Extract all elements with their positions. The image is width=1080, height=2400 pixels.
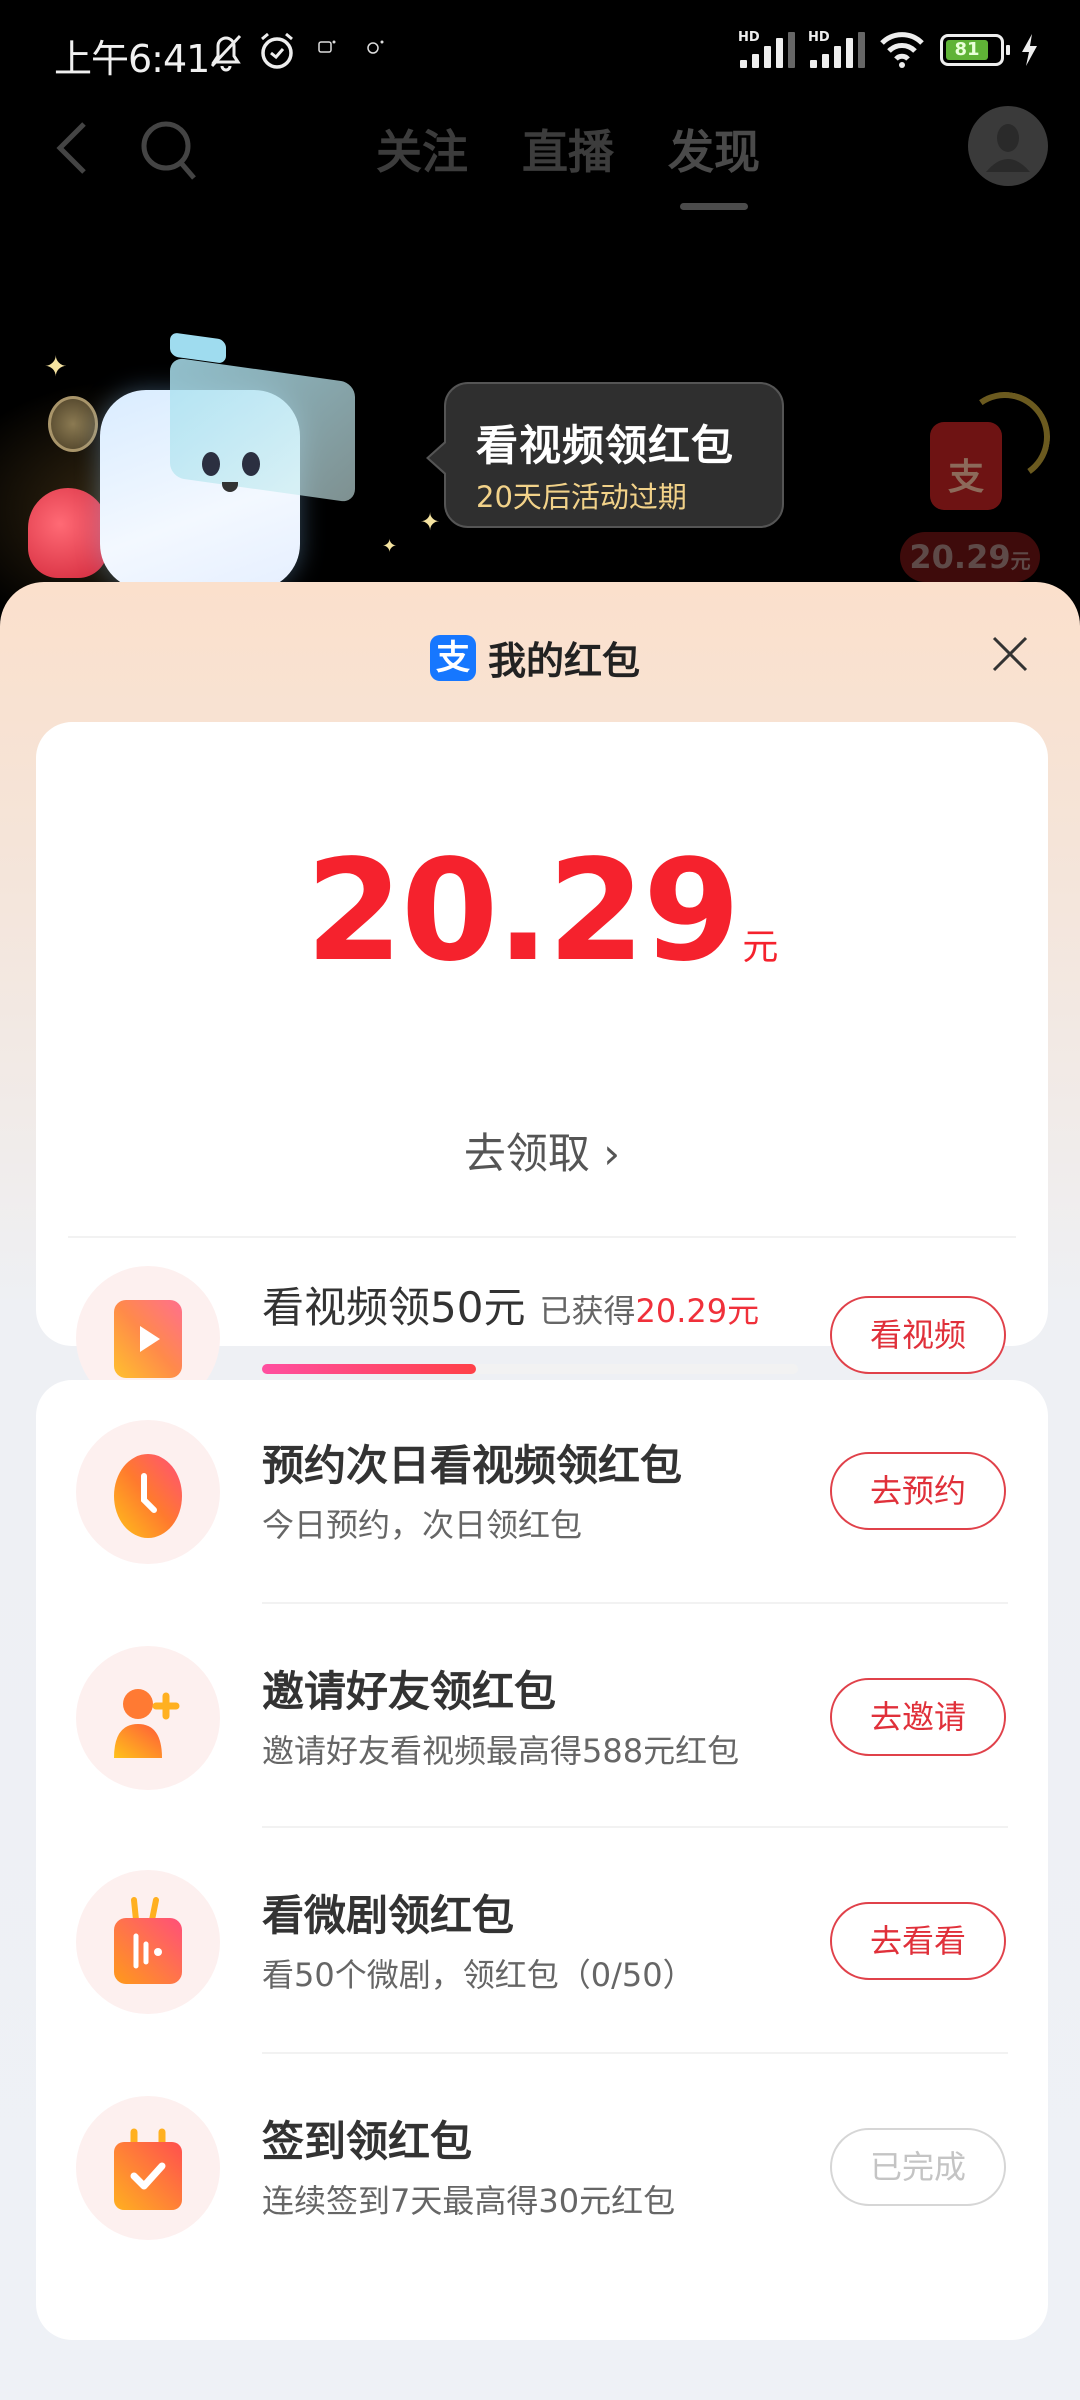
bell-off-icon (210, 34, 242, 72)
task-subtitle: 今日预约，次日领红包 (262, 1506, 583, 1544)
divider (262, 1602, 1008, 1604)
promo-expiry: 20天后活动过期 (476, 480, 687, 514)
add-friend-icon (114, 1689, 180, 1758)
clock-icon (114, 1454, 182, 1538)
money-bag-icon (28, 488, 108, 578)
red-envelope-icon[interactable]: 支 (930, 422, 1002, 510)
app-notification-icon (318, 40, 336, 53)
divider (262, 1826, 1008, 1828)
sparkle-icon: ✦ (382, 536, 398, 557)
tab-discover[interactable]: 发现 (668, 116, 760, 210)
sheet-title-group: 支 我的红包 (430, 630, 640, 685)
chevron-left-icon[interactable] (52, 118, 92, 178)
balance-amount: 20.29 元 (36, 830, 1048, 993)
progress-fill (262, 1364, 477, 1374)
status-time: 上午6:41 (54, 37, 210, 81)
status-bar: 上午6:41 HD HD 81 (0, 0, 1080, 100)
task-subtitle: 连续签到7天最高得30元红包 (262, 2182, 676, 2220)
task-icon-bg (76, 1420, 220, 1564)
tab-live[interactable]: 直播 (522, 116, 614, 182)
task-subtitle: 看50个微剧，领红包（0/50） (262, 1956, 695, 1994)
battery-icon: 81 (940, 34, 1010, 66)
divider (262, 2052, 1008, 2054)
wifi-icon (880, 32, 924, 68)
task-title: 看微剧领红包 (262, 1891, 515, 1940)
user-avatar-icon (986, 124, 1030, 172)
task-title: 预约次日看视频领红包 (262, 1441, 683, 1490)
alipay-logo-icon: 支 (430, 634, 476, 681)
task-title: 邀请好友领红包 (262, 1667, 557, 1716)
avatar[interactable] (968, 106, 1048, 186)
mascot-eye (242, 452, 260, 476)
balance-unit: 元 (742, 927, 779, 968)
claim-link[interactable]: 去领取 › (36, 1120, 1048, 1181)
watch-drama-button[interactable]: 去看看 (830, 1902, 1006, 1980)
tv-icon (114, 1897, 182, 1984)
promo-banner: ✦ ✦ ✦ 看视频领红包 20天后活动过期 支 20.29元 (0, 300, 1080, 640)
balance-card: 20.29 元 去领取 › 看视频领50元 已获得20.29元 看视频 (36, 722, 1048, 1436)
status-indicators: HD HD 81 (738, 30, 1040, 70)
completed-button[interactable]: 已完成 (830, 2128, 1006, 2206)
charging-icon (1022, 34, 1037, 66)
red-packet-sheet: 支 我的红包 20.29 元 去领取 › 看视频领50元 已获得20.29元 看… (0, 582, 1080, 2400)
task-row: 签到领红包 连续签到7天最高得30元红包 已完成 (36, 2056, 1048, 2240)
cell-signal-icon: HD (808, 30, 865, 70)
task-title: 看视频领50元 已获得20.29元 (262, 1283, 760, 1332)
sparkle-icon: ✦ (44, 350, 68, 383)
task-icon-bg (76, 1646, 220, 1790)
coin-icon (48, 396, 98, 452)
task-subtitle: 邀请好友看视频最高得588元红包 (262, 1732, 740, 1770)
task-row: 邀请好友领红包 邀请好友看视频最高得588元红包 去邀请 (36, 1606, 1048, 1790)
task-icon-bg (76, 1870, 220, 2014)
promo-title: 看视频领红包 (476, 421, 735, 470)
task-icon-bg (76, 2096, 220, 2240)
side-amount-badge: 20.29元 (900, 532, 1040, 582)
task-row: 预约次日看视频领红包 今日预约，次日领红包 去预约 (36, 1380, 1048, 1564)
tab-follow[interactable]: 关注 (376, 116, 468, 182)
close-icon[interactable] (990, 634, 1030, 674)
watch-video-button[interactable]: 看视频 (830, 1296, 1006, 1374)
sparkle-icon: ✦ (420, 508, 441, 536)
calendar-check-icon (114, 2128, 182, 2210)
app-notification-icon (367, 40, 384, 54)
tasks-card: 预约次日看视频领红包 今日预约，次日领红包 去预约 邀请好友领红包 邀请好友看视… (36, 1380, 1048, 2340)
battery-level: 81 (946, 40, 989, 60)
reserve-button[interactable]: 去预约 (830, 1452, 1006, 1530)
mascot-eye (202, 452, 220, 476)
task-row: 看微剧领红包 看50个微剧，领红包（0/50） 去看看 (36, 1830, 1048, 2014)
nav-tabs: 关注 直播 发现 (376, 116, 760, 210)
sheet-title: 我的红包 (488, 639, 641, 683)
cell-signal-icon: HD (738, 30, 795, 70)
sheet-header: 支 我的红包 (0, 630, 1080, 700)
task-title: 签到领红包 (262, 2117, 473, 2166)
invite-button[interactable]: 去邀请 (830, 1678, 1006, 1756)
alarm-icon (261, 32, 293, 69)
top-nav: 关注 直播 发现 (0, 100, 1080, 210)
promo-bubble[interactable]: 看视频领红包 20天后活动过期 (426, 382, 784, 528)
video-play-icon (114, 1300, 182, 1378)
progress-bar (262, 1364, 798, 1374)
balance-value: 20.29 (305, 830, 741, 993)
search-icon[interactable] (138, 118, 198, 182)
